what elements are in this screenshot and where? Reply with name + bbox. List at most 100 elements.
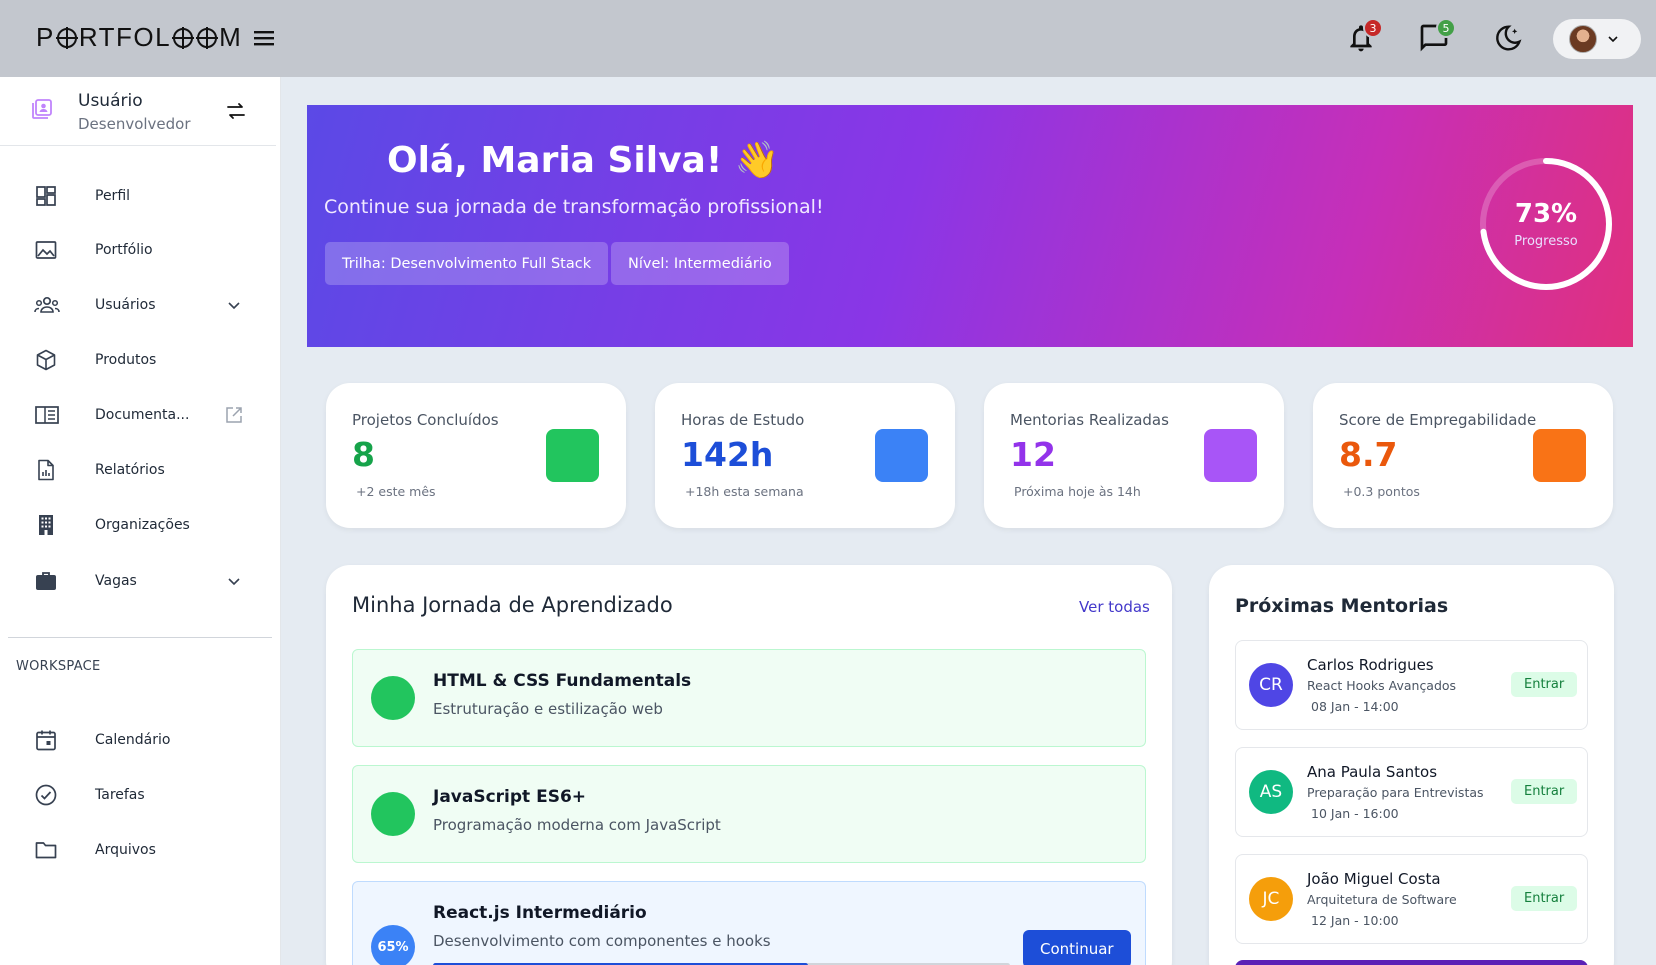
stat-card-projects: Projetos Concluídos 8 +2 este mês [326,383,626,528]
mentorship-topic: Arquitetura de Software [1307,892,1457,907]
calendar-icon [34,728,58,752]
sidebar-item-label: Produtos [95,352,157,368]
course-item[interactable]: JavaScript ES6+ Programação moderna com … [352,765,1146,863]
stat-note: Próxima hoje às 14h [1014,484,1141,499]
mentorship-topic: React Hooks Avançados [1307,678,1457,693]
moon-icon [1496,25,1522,51]
notifications-button[interactable]: 3 [1345,18,1383,54]
app-logo[interactable]: P RTFOL M [36,22,242,53]
sidebar-item-relatorios[interactable]: Relatórios [0,447,276,493]
course-title: HTML & CSS Fundamentals [433,671,692,691]
join-button[interactable]: Entrar [1511,672,1578,697]
sidebar-item-label: Perfil [95,188,131,204]
sidebar-item-label: Arquivos [95,842,156,858]
mentorship-item: JC João Miguel Costa Arquitetura de Soft… [1235,854,1588,944]
notifications-badge: 3 [1363,18,1383,38]
mentorship-date: 10 Jan - 16:00 [1311,806,1399,821]
top-bar: P RTFOL M 3 5 [0,0,1656,77]
progress-value: 73% [1514,199,1578,229]
mentor-avatar: CR [1249,663,1293,707]
stat-note: +2 este mês [356,484,436,499]
stat-label: Projetos Concluídos [352,411,499,429]
role-title: Usuário [78,91,143,111]
stat-card-mentorships: Mentorias Realizadas 12 Próxima hoje às … [984,383,1284,528]
sidebar: Usuário Desenvolvedor Perfil Portfólio U… [0,77,281,965]
image-icon [34,238,58,262]
sidebar-item-label: Vagas [95,573,137,589]
swap-icon[interactable] [224,99,248,123]
chevron-down-icon [1608,36,1618,43]
welcome-subtitle: Continue sua jornada de transformação pr… [324,196,824,218]
chevron-down-icon[interactable] [224,295,244,315]
stat-note: +18h esta semana [685,484,804,499]
messages-button[interactable]: 5 [1418,18,1456,54]
welcome-title: Olá, Maria Silva! 👋 [387,140,780,181]
stat-color-square [875,429,928,482]
course-item[interactable]: 65% React.js Intermediário Desenvolvimen… [352,881,1146,965]
sidebar-item-calendario[interactable]: Calendário [0,717,276,763]
mentorship-date: 08 Jan - 14:00 [1311,699,1399,714]
sidebar-divider [8,637,272,638]
stat-value: 8.7 [1339,435,1398,474]
stat-label: Score de Empregabilidade [1339,411,1537,429]
check-circle-icon [34,783,58,807]
menu-icon[interactable] [252,26,278,50]
level-chip: Nível: Intermediário [611,242,789,285]
theme-toggle[interactable] [1492,22,1524,54]
sidebar-item-label: Documenta... [95,407,190,423]
sidebar-item-vagas[interactable]: Vagas [0,558,276,604]
course-description: Programação moderna com JavaScript [433,816,721,834]
journey-title: Minha Jornada de Aprendizado [352,593,673,617]
sidebar-item-organizacoes[interactable]: Organizações [0,502,276,548]
external-link-icon[interactable] [224,405,244,425]
sidebar-item-label: Relatórios [95,462,165,478]
mentorships-title: Próximas Mentorias [1235,595,1449,617]
stat-value: 142h [681,435,774,474]
sidebar-item-label: Tarefas [95,787,145,803]
welcome-banner: Olá, Maria Silva! 👋 Continue sua jornada… [307,105,1633,347]
upcoming-mentorships-panel: Próximas Mentorias CR Carlos Rodrigues R… [1209,565,1614,965]
sidebar-item-usuarios[interactable]: Usuários [0,282,276,328]
dashboard-icon [34,184,58,208]
contact-card-icon [30,97,54,121]
workspace-section-label: WORKSPACE [16,659,101,674]
course-description: Desenvolvimento com componentes e hooks [433,932,771,950]
briefcase-icon [34,569,58,593]
avatar [1569,25,1597,53]
user-menu[interactable] [1553,19,1641,59]
report-icon [34,458,58,482]
mentor-name: Carlos Rodrigues [1307,656,1434,674]
stat-color-square [1204,429,1257,482]
role-subtitle: Desenvolvedor [78,115,191,133]
mentor-avatar: AS [1249,770,1293,814]
course-complete-indicator [371,792,415,836]
sidebar-item-documentacao[interactable]: Documenta... [0,392,276,438]
course-item[interactable]: HTML & CSS Fundamentals Estruturação e e… [352,649,1146,747]
sidebar-item-arquivos[interactable]: Arquivos [0,827,276,873]
stat-label: Mentorias Realizadas [1010,411,1169,429]
chevron-down-icon[interactable] [224,571,244,591]
sidebar-item-produtos[interactable]: Produtos [0,337,276,383]
course-title: React.js Intermediário [433,903,647,923]
sidebar-item-label: Portfólio [95,242,153,258]
users-icon [34,293,60,317]
stat-label: Horas de Estudo [681,411,805,429]
sidebar-item-tarefas[interactable]: Tarefas [0,772,276,818]
continue-button[interactable]: Continuar [1023,930,1131,965]
mentorship-item: CR Carlos Rodrigues React Hooks Avançado… [1235,640,1588,730]
role-switcher[interactable]: Usuário Desenvolvedor [0,77,276,146]
folder-icon [34,838,58,862]
see-all-link[interactable]: Ver todas [1079,598,1150,616]
course-progress-badge: 65% [371,925,415,965]
stat-note: +0.3 pontos [1343,484,1420,499]
course-complete-indicator [371,676,415,720]
sidebar-item-portfolio[interactable]: Portfólio [0,227,276,273]
sidebar-item-label: Usuários [95,297,156,313]
join-button[interactable]: Entrar [1511,886,1578,911]
sidebar-item-label: Calendário [95,732,171,748]
learning-journey-panel: Minha Jornada de Aprendizado Ver todas H… [326,565,1172,965]
join-button[interactable]: Entrar [1511,779,1578,804]
course-description: Estruturação e estilização web [433,700,663,718]
sidebar-item-perfil[interactable]: Perfil [0,173,276,219]
mentorship-item: AS Ana Paula Santos Preparação para Entr… [1235,747,1588,837]
